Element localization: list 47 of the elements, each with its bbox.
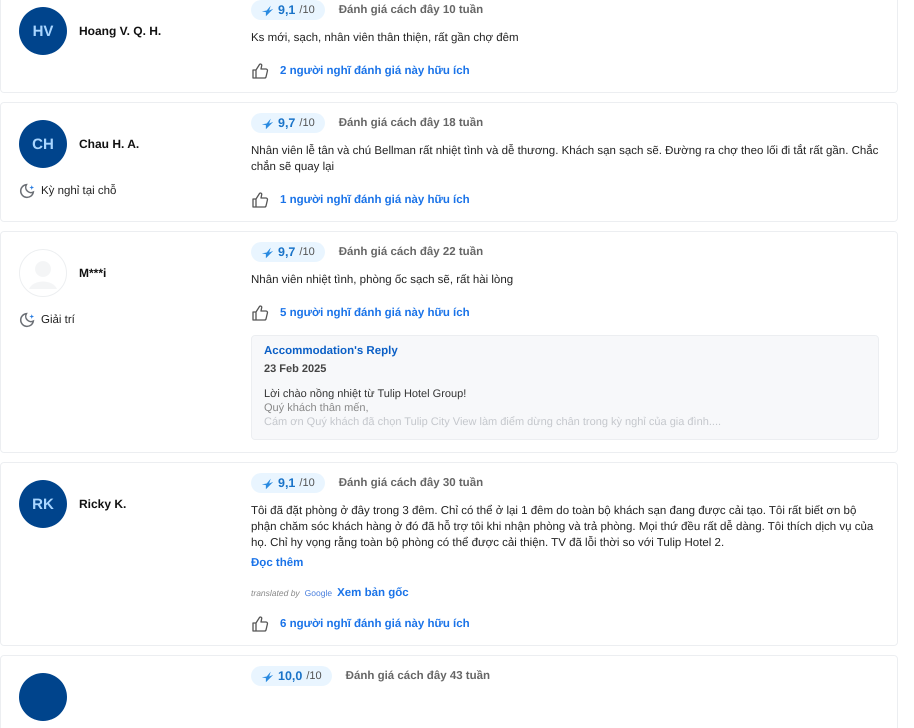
reply-date: 23 Feb 2025: [264, 363, 328, 375]
bird-icon: [261, 476, 274, 490]
review-date: Đánh giá cách đây 10 tuần: [338, 4, 484, 16]
review-date: Đánh giá cách đây 30 tuần: [338, 477, 484, 489]
thumbs-up-icon[interactable]: [251, 304, 269, 322]
score-badge: 10,0 /10: [251, 666, 332, 686]
helpful-link[interactable]: 2 người nghĩ đánh giá này hữu ích: [280, 65, 470, 77]
reviewer-name: Chau H. A.: [79, 137, 140, 151]
score-badge: 9,7 /10: [251, 113, 325, 133]
helpful-link[interactable]: 5 người nghĩ đánh giá này hữu ích: [280, 307, 470, 319]
google-logo: Google: [304, 588, 332, 598]
review-date: Đánh giá cách đây 43 tuần: [346, 670, 490, 682]
review-date: Đánh giá cách đây 22 tuần: [338, 246, 484, 258]
translated-by-label: translated by: [251, 588, 300, 598]
review-text: Tôi đã đặt phòng ở đây trong 3 đêm. Chỉ có thể ở lại 1 đêm do toàn bộ khách sạn đang được cải tạo. Tôi rất biết ơn bộ phận chăm sóc khách hàng ở đó đã hỗ trợ tôi khi nhận phòng và trả phòng. Mọi thứ đều rất dễ dàng. Tôi thích dịch vụ của họ. Chỉ hy vọng rằng toàn bộ phòng có thể được cải thiện. TV đã lỗi thời so với Tulip Hotel 2.: [251, 504, 874, 551]
review-text: Nhân viên lễ tân và chú Bellman rất nhiệt tình và dễ thương. Khách sạn sạch sẽ. Đường ra chợ theo lối đi tắt rất gần. Chắc chắn sẽ quay lại: [251, 143, 879, 175]
avatar: [19, 673, 67, 721]
avatar: HV: [19, 7, 67, 55]
bird-icon: [261, 4, 274, 16]
trip-type: Kỳ nghỉ tại chỗ: [41, 184, 116, 196]
reply-text: Lời chào nồng nhiệt từ Tulip Hotel Group!: [264, 387, 468, 401]
avatar: CH: [19, 120, 67, 168]
thumbs-up-icon[interactable]: [251, 191, 269, 209]
score-badge: 9,1 /10: [251, 0, 325, 20]
reviewer-name: Ricky K.: [79, 497, 126, 511]
review-text: Nhân viên nhiệt tình, phòng ốc sạch sẽ, rất hài lòng: [251, 273, 514, 288]
bird-icon: [261, 246, 274, 258]
bird-icon: [261, 670, 274, 682]
reviewer-name: M***i: [79, 266, 106, 280]
thumbs-up-icon[interactable]: [251, 62, 269, 80]
review-text: Ks mới, sạch, nhân viên thân thiện, rất gần chợ đêm: [251, 31, 520, 46]
avatar: RK: [19, 480, 67, 528]
helpful-link[interactable]: 6 người nghĩ đánh giá này hữu ích: [280, 618, 470, 630]
thumbs-up-icon[interactable]: [251, 615, 269, 633]
read-more-link[interactable]: Đọc thêm: [251, 557, 304, 569]
moon-icon: [19, 182, 36, 199]
helpful-link[interactable]: 1 người nghĩ đánh giá này hữu ích: [280, 194, 470, 206]
reply-title: Accommodation's Reply: [264, 345, 399, 357]
moon-icon: [19, 311, 36, 328]
score-badge: 9,7 /10: [251, 242, 325, 262]
trip-type: Giải trí: [41, 314, 75, 326]
score-badge: 9,1 /10: [251, 473, 325, 493]
view-original-link[interactable]: Xem bản gốc: [337, 587, 409, 599]
review-date: Đánh giá cách đây 18 tuần: [338, 117, 484, 129]
reply-text: Quý khách thân mến,: [264, 401, 370, 415]
reviewer-name: Hoang V. Q. H.: [79, 24, 162, 38]
bird-icon: [261, 116, 274, 130]
